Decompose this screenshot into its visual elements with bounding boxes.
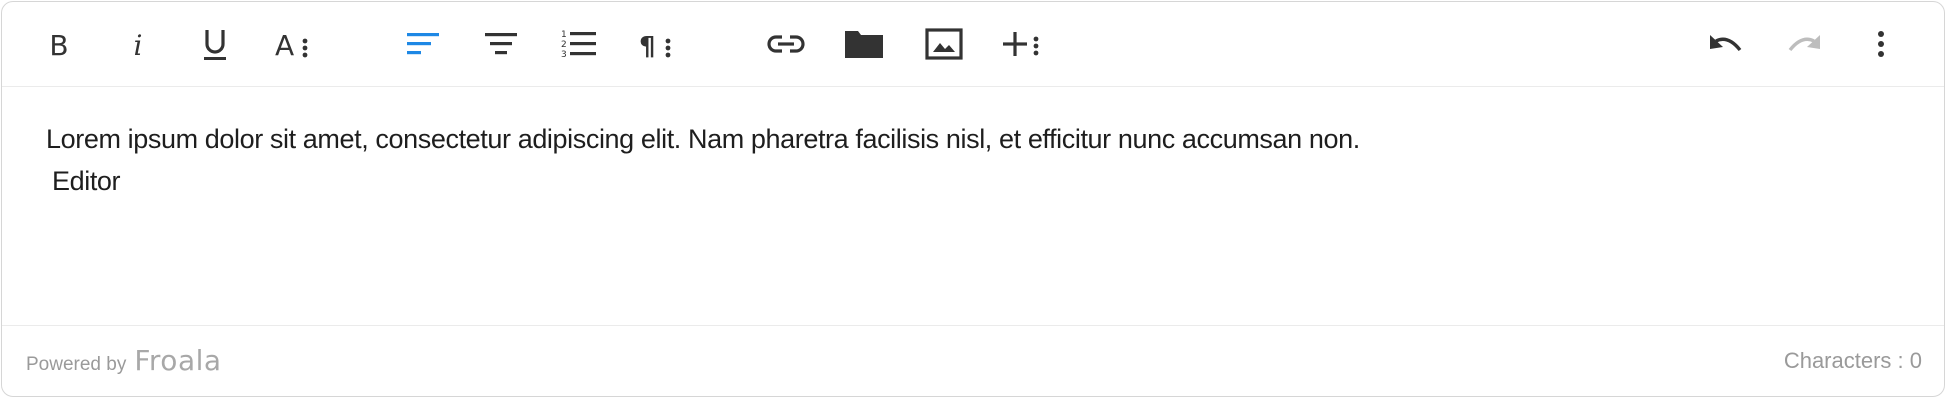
align-left-icon	[405, 30, 441, 58]
editor-footer: Powered by Froala Characters : 0	[2, 325, 1944, 396]
undo-button[interactable]	[1698, 16, 1754, 72]
brand-logo: Froala	[134, 344, 222, 377]
text-format-more-button[interactable]: A	[265, 16, 321, 72]
italic-icon: i	[121, 28, 153, 60]
redo-icon	[1784, 30, 1824, 58]
redo-button[interactable]	[1776, 16, 1832, 72]
svg-text:3: 3	[561, 50, 567, 60]
character-counter: Characters : 0	[1783, 348, 1922, 373]
paragraph-more-button[interactable]: ¶	[629, 16, 685, 72]
svg-text:A: A	[275, 29, 294, 60]
content-paragraph: Lorem ipsum dolor sit amet, consectetur …	[46, 124, 1360, 154]
text-format-more-icon: A	[273, 28, 313, 60]
powered-by-link[interactable]: Powered by Froala	[26, 344, 222, 377]
insert-link-button[interactable]	[758, 16, 814, 72]
svg-text:¶: ¶	[639, 32, 656, 60]
content-paragraph: Editor	[52, 166, 121, 196]
vertical-dots-icon	[1875, 29, 1887, 59]
align-center-button[interactable]	[473, 16, 529, 72]
more-options-button[interactable]	[1853, 16, 1909, 72]
bold-icon: B	[43, 28, 75, 60]
insert-file-button[interactable]	[836, 16, 892, 72]
underline-icon	[199, 26, 231, 62]
ordered-list-button[interactable]: 1 2 3	[551, 16, 607, 72]
align-center-icon	[483, 30, 519, 58]
underline-button[interactable]	[187, 16, 243, 72]
ordered-list-icon: 1 2 3	[560, 28, 598, 60]
paragraph-more-icon: ¶	[637, 28, 677, 60]
svg-text:1: 1	[561, 30, 567, 40]
powered-by-label: Powered by	[26, 354, 127, 375]
svg-text:2: 2	[561, 40, 567, 50]
folder-icon	[844, 28, 884, 60]
undo-icon	[1706, 30, 1746, 58]
editor-toolbar: B i A 1 2 3 ¶	[2, 2, 1944, 87]
plus-more-icon	[1001, 28, 1043, 60]
align-left-button[interactable]	[395, 16, 451, 72]
svg-text:B: B	[49, 29, 68, 60]
insert-more-button[interactable]	[994, 16, 1050, 72]
rich-text-editor: B i A 1 2 3 ¶ Lorem ipsum dolor sit amet…	[1, 1, 1945, 397]
editor-content-area[interactable]: Lorem ipsum dolor sit amet, consectetur …	[46, 118, 1914, 202]
image-icon	[925, 28, 963, 60]
link-icon	[766, 32, 806, 56]
bold-button[interactable]: B	[31, 16, 87, 72]
svg-text:i: i	[134, 29, 143, 60]
italic-button[interactable]: i	[109, 16, 165, 72]
insert-image-button[interactable]	[916, 16, 972, 72]
